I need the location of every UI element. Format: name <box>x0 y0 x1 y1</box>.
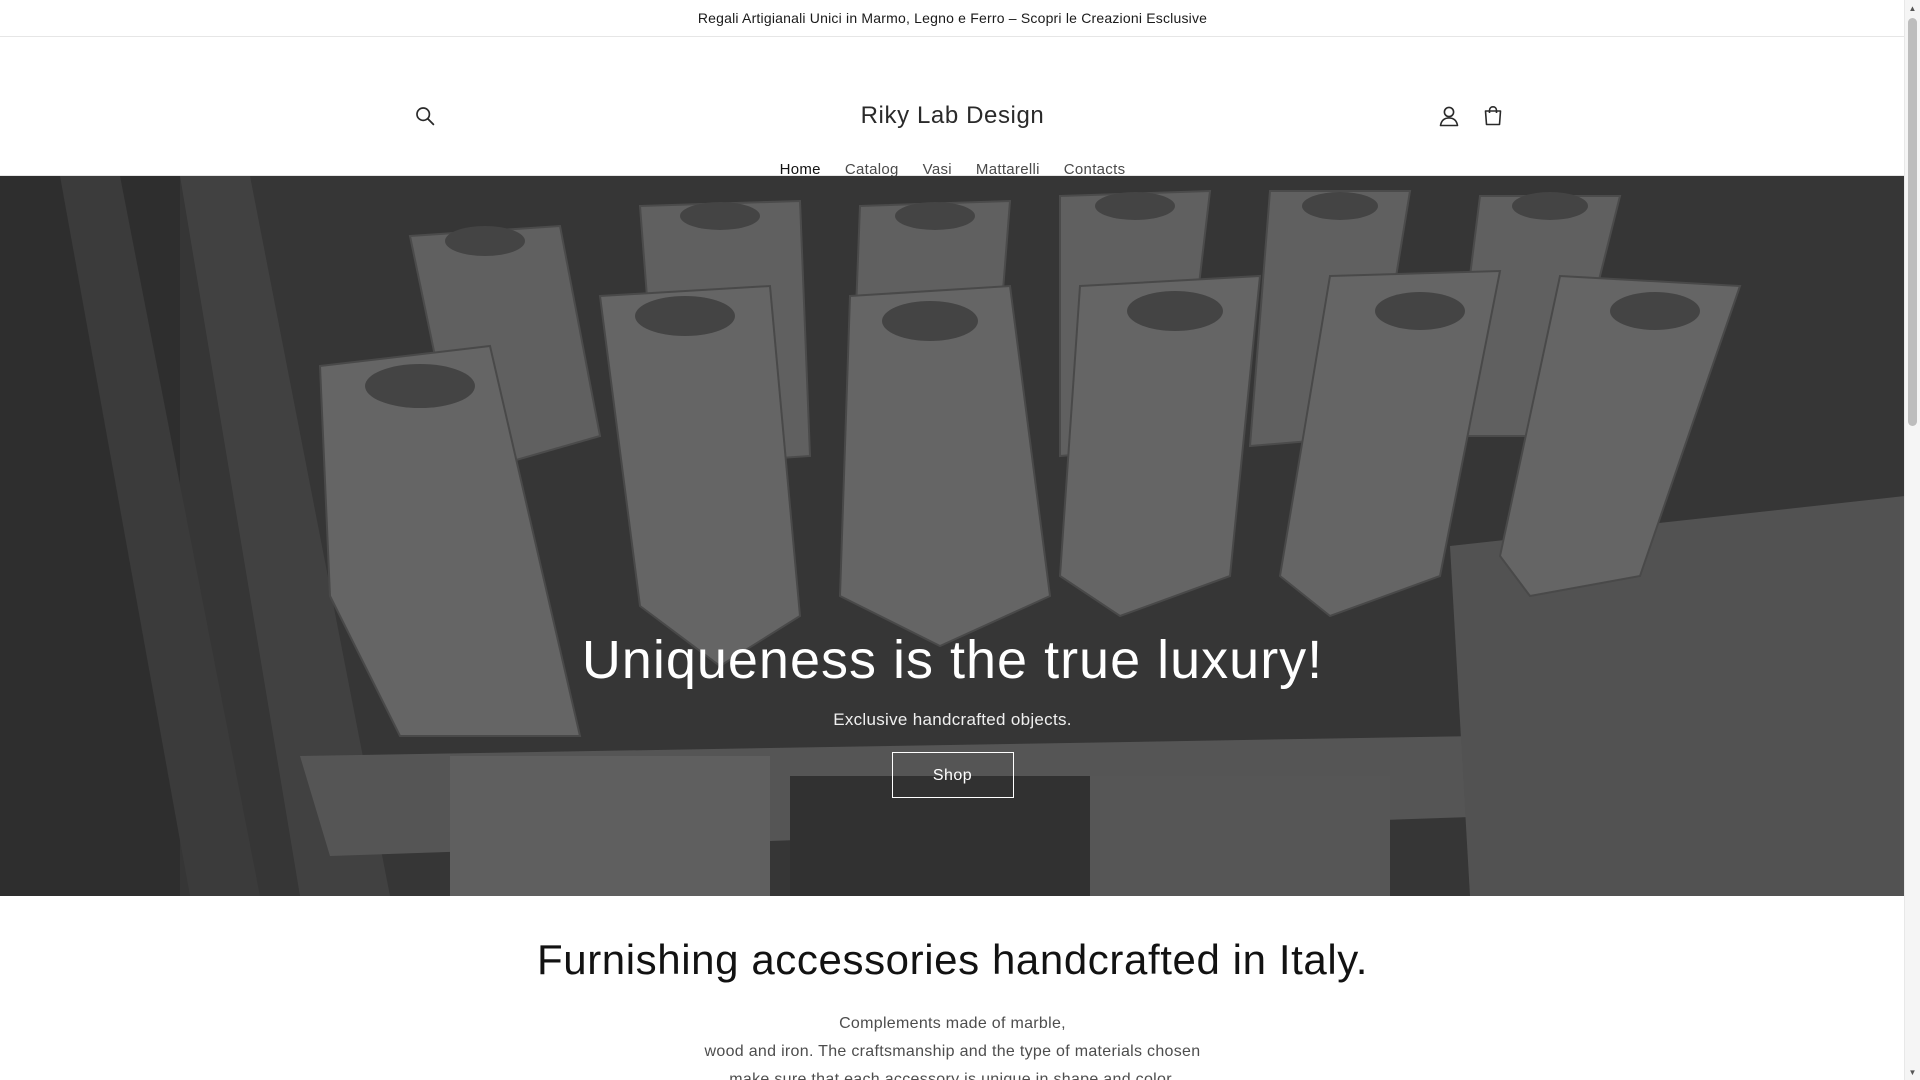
scroll-down-arrow-icon[interactable]: ▼ <box>1905 1064 1920 1080</box>
account-button[interactable] <box>1432 99 1466 133</box>
hero-title: Uniqueness is the true luxury! <box>581 630 1324 690</box>
account-icon <box>1439 106 1459 127</box>
hero-content: Uniqueness is the true luxury! Exclusive… <box>0 628 1905 798</box>
site-logo[interactable]: Riky Lab Design <box>0 99 1905 133</box>
site-header: Riky Lab Design Home Catalog Vasi Mattar… <box>0 37 1905 178</box>
intro-line: Complements made of marble, <box>839 1015 1066 1032</box>
hero-banner: Uniqueness is the true luxury! Exclusive… <box>0 176 1905 896</box>
announcement-text: Regali Artigianali Unici in Marmo, Legno… <box>697 10 1208 26</box>
intro-title: Furnishing accessories handcrafted in It… <box>536 936 1369 983</box>
page-scrollbar[interactable]: ▲ ▼ <box>1904 0 1920 1080</box>
hero-subtitle: Exclusive handcrafted objects. <box>833 710 1072 729</box>
intro-text: Complements made of marble, wood and iro… <box>0 1010 1905 1080</box>
announcement-bar: Regali Artigianali Unici in Marmo, Legno… <box>0 0 1905 37</box>
page: Regali Artigianali Unici in Marmo, Legno… <box>0 0 1905 1080</box>
cart-icon <box>1484 105 1502 126</box>
scrollbar-thumb[interactable] <box>1908 18 1917 426</box>
scroll-up-arrow-icon[interactable]: ▲ <box>1905 0 1920 16</box>
intro-line: make sure that each accessory is unique … <box>729 1071 1176 1080</box>
cart-button[interactable] <box>1476 99 1510 133</box>
intro-section: Furnishing accessories handcrafted in It… <box>0 896 1905 1080</box>
shop-button[interactable]: Shop <box>891 752 1014 798</box>
intro-line: wood and iron. The craftsmanship and the… <box>704 1043 1201 1060</box>
